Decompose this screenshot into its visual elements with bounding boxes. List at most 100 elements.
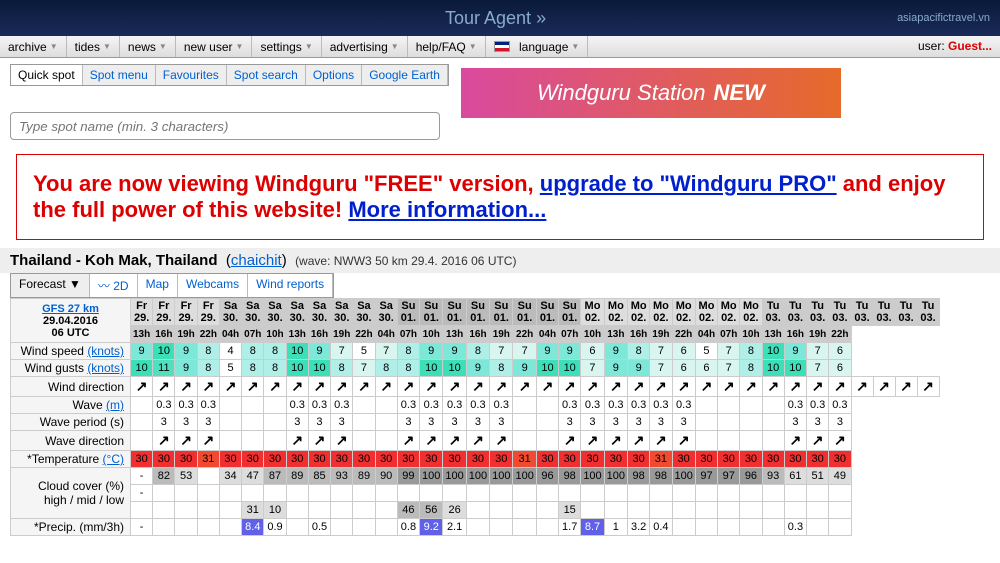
arrow-icon: ↗ (678, 432, 690, 448)
menu-archive[interactable]: archive▼ (0, 36, 67, 57)
day-header: Mo02. (695, 299, 717, 326)
day-header: Su01. (536, 299, 558, 326)
arrow-icon: ↗ (380, 378, 392, 394)
main-menubar: archive▼tides▼news▼new user▼settings▼adv… (0, 36, 1000, 58)
arrow-icon: ↗ (336, 432, 348, 448)
hour-header: 07h (718, 326, 740, 343)
tab-options[interactable]: Options (306, 65, 362, 85)
arrow-icon: ↗ (678, 378, 690, 394)
menu-news[interactable]: news▼ (120, 36, 176, 57)
hour-header: 13h (762, 326, 784, 343)
arrow-icon: ↗ (587, 378, 599, 394)
unit-link[interactable]: (knots) (87, 344, 124, 358)
row-label: Wind speed (knots) (11, 343, 131, 360)
arrow-icon: ↗ (834, 432, 846, 448)
day-header: Su01. (420, 299, 443, 326)
hour-header: 13h (443, 326, 466, 343)
day-header: Sa30. (264, 299, 286, 326)
arrow-icon: ↗ (314, 378, 326, 394)
arrow-icon: ↗ (542, 378, 554, 394)
upgrade-link[interactable]: upgrade to "Windguru PRO" (540, 171, 837, 196)
arrow-icon: ↗ (878, 378, 890, 394)
day-header: Fr29. (175, 299, 197, 326)
day-header: Sa30. (219, 299, 241, 326)
arrow-icon: ↗ (495, 378, 507, 394)
arrow-icon: ↗ (180, 432, 192, 448)
menu-settings[interactable]: settings▼ (252, 36, 321, 57)
fctab-forecast[interactable]: Forecast ▼ (11, 274, 90, 297)
fctab-2d[interactable]: 〰 2D (90, 274, 138, 297)
spot-search-input[interactable] (10, 112, 440, 140)
day-header: Mo02. (581, 299, 604, 326)
hour-header: 13h (604, 326, 627, 343)
hour-header: 16h (784, 326, 806, 343)
day-header: Tu03. (807, 299, 829, 326)
arrow-icon: ↗ (202, 432, 214, 448)
day-header: Tu03. (895, 299, 917, 326)
day-header: Fr29. (131, 299, 153, 326)
menu-help[interactable]: help/FAQ▼ (408, 36, 486, 57)
row-label: Wave direction (11, 431, 131, 451)
unit-link[interactable]: (°C) (103, 452, 124, 466)
day-header: Mo02. (672, 299, 695, 326)
arrow-icon: ↗ (767, 378, 779, 394)
day-header: Sa30. (331, 299, 353, 326)
hour-header: 16h (466, 326, 489, 343)
menu-advertising[interactable]: advertising▼ (322, 36, 408, 57)
arrow-icon: ↗ (922, 378, 934, 394)
hour-header: 07h (559, 326, 581, 343)
tab-spot-menu[interactable]: Spot menu (83, 65, 156, 85)
location-user-link[interactable]: chaichit (231, 252, 282, 269)
tab-quick-spot[interactable]: Quick spot (11, 65, 83, 85)
day-header: Fr29. (153, 299, 175, 326)
arrow-icon: ↗ (564, 378, 576, 394)
fctab-webcams[interactable]: Webcams (178, 274, 248, 297)
row-label: Cloud cover (%)high / mid / low (11, 468, 131, 519)
chevron-down-icon: ▼ (571, 42, 579, 51)
arrow-icon: ↗ (790, 432, 802, 448)
arrow-icon: ↗ (812, 378, 824, 394)
hour-header: 07h (397, 326, 419, 343)
flag-icon (494, 41, 510, 52)
day-header: Mo02. (650, 299, 672, 326)
day-header: Sa30. (242, 299, 264, 326)
more-info-link[interactable]: More information... (348, 197, 546, 222)
tab-google-earth[interactable]: Google Earth (362, 65, 448, 85)
hour-header: 19h (807, 326, 829, 343)
arrow-icon: ↗ (723, 378, 735, 394)
day-header: Sa30. (375, 299, 397, 326)
chevron-down-icon: ▼ (305, 42, 313, 51)
arrow-icon: ↗ (745, 378, 757, 394)
menu-newuser[interactable]: new user▼ (176, 36, 253, 57)
tab-spot-search[interactable]: Spot search (227, 65, 306, 85)
hour-header: 04h (219, 326, 241, 343)
menu-language[interactable]: language▼ (486, 36, 589, 57)
guest-link[interactable]: Guest... (948, 39, 992, 53)
arrow-icon: ↗ (633, 432, 645, 448)
chevron-down-icon: ▼ (69, 277, 81, 291)
unit-link[interactable]: (knots) (87, 361, 124, 375)
station-banner[interactable]: Windguru Station NEW (461, 68, 841, 118)
chevron-down-icon: ▼ (469, 42, 477, 51)
model-cell: GFS 27 km29.04.201606 UTC (11, 299, 131, 343)
day-header: Mo02. (718, 299, 740, 326)
hour-header: 13h (131, 326, 153, 343)
unit-link[interactable]: (m) (106, 398, 124, 412)
day-header: Su01. (443, 299, 466, 326)
station-new-badge: NEW (714, 80, 765, 106)
row-label: Wind direction (11, 377, 131, 397)
tour-agent-link[interactable]: Tour Agent » (445, 8, 546, 29)
arrow-icon: ↗ (180, 378, 192, 394)
arrow-icon: ↗ (291, 432, 303, 448)
arrow-icon: ↗ (472, 432, 484, 448)
tab-favourites[interactable]: Favourites (156, 65, 227, 85)
fctab-map[interactable]: Map (138, 274, 178, 297)
fctab-wind-reports[interactable]: Wind reports (248, 274, 333, 297)
day-header: Tu03. (917, 299, 939, 326)
day-header: Tu03. (851, 299, 873, 326)
arrow-icon: ↗ (269, 378, 281, 394)
model-link[interactable]: GFS 27 km (42, 303, 99, 315)
forecast-table: GFS 27 km29.04.201606 UTCFr29.Fr29.Fr29.… (10, 298, 940, 536)
sponsor-link[interactable]: asiapacifictravel.vn (897, 12, 990, 24)
menu-tides[interactable]: tides▼ (67, 36, 120, 57)
